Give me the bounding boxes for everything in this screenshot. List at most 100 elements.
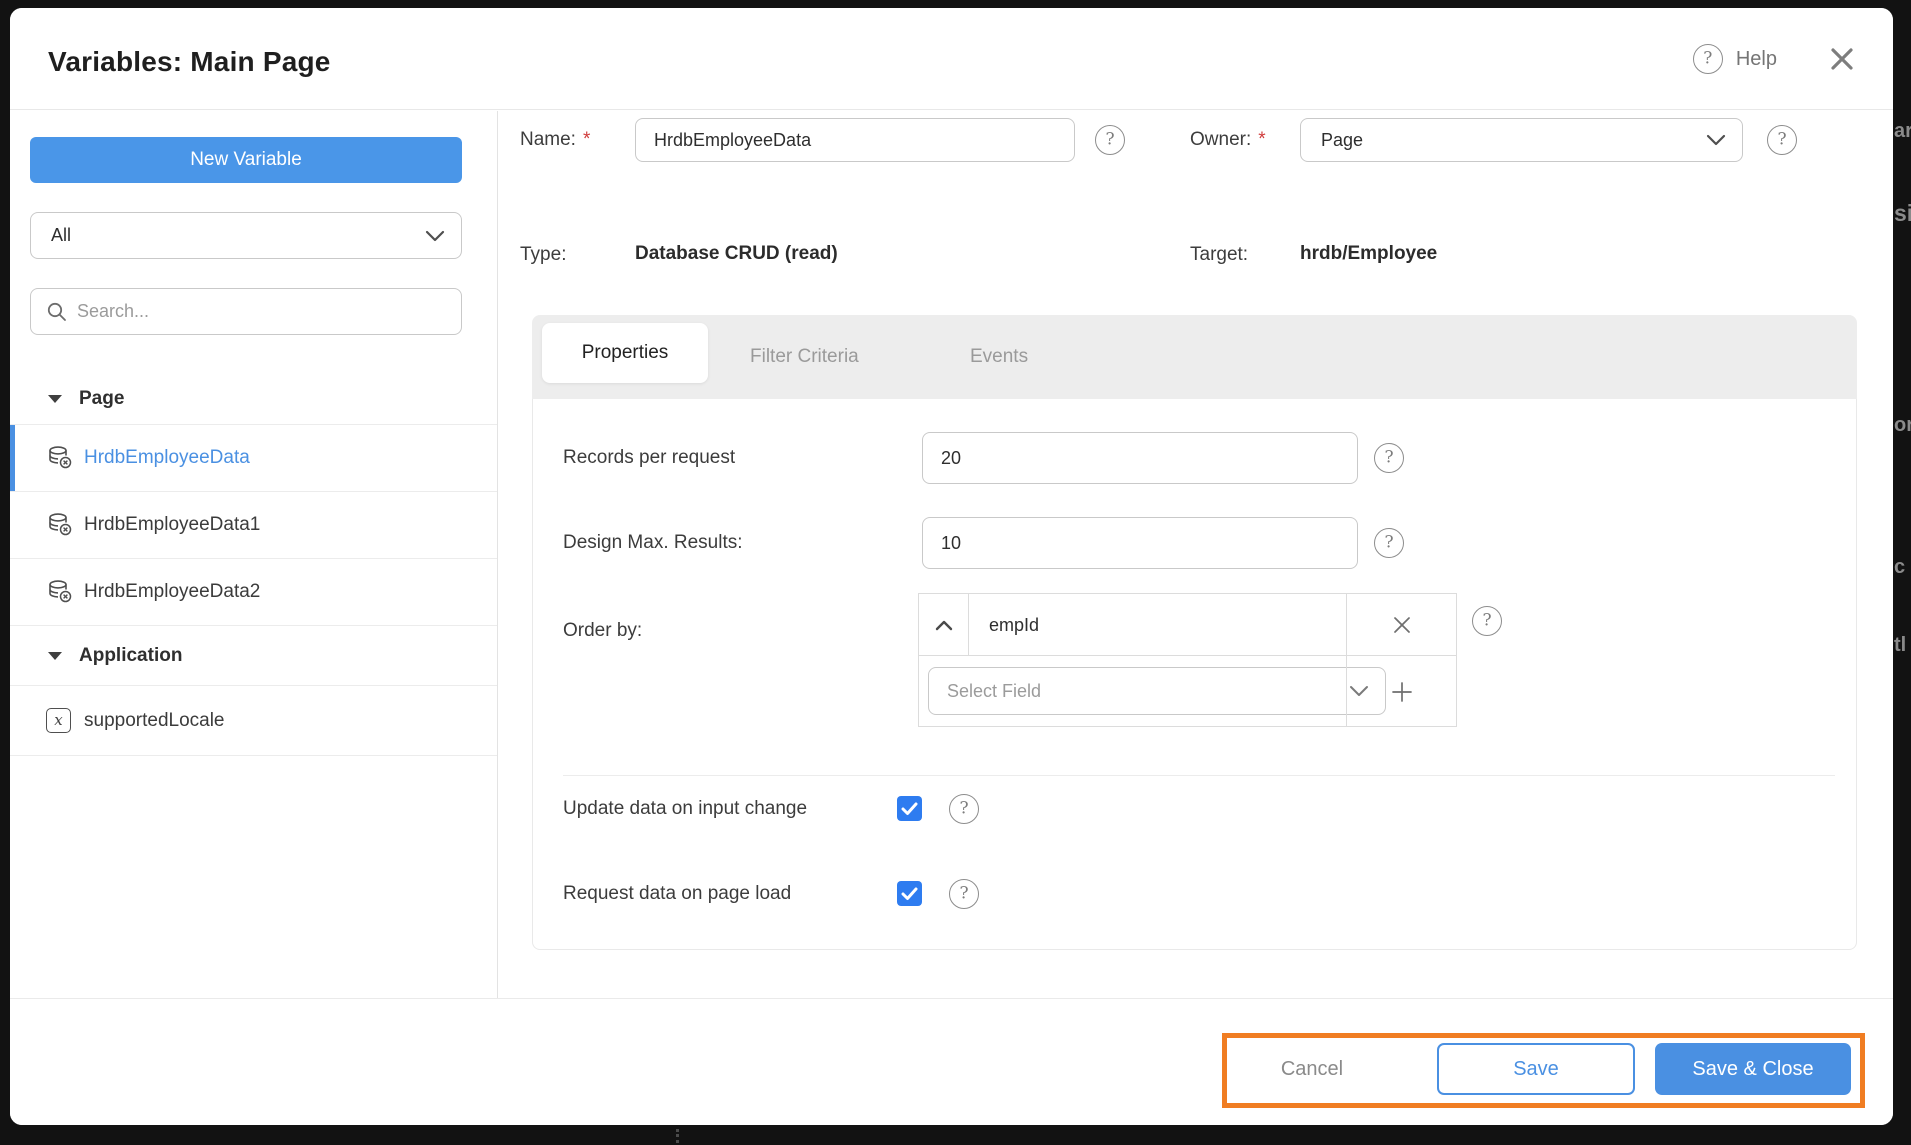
help-question-icon[interactable] (1692, 44, 1723, 74)
owner-value: Page (1321, 130, 1364, 150)
variable-tabs-panel: Properties Filter Criteria Events Record… (532, 315, 1857, 950)
update-on-change-help-icon[interactable] (949, 794, 979, 824)
tab-events[interactable]: Events (970, 315, 1028, 399)
owner-select[interactable]: Page (1300, 118, 1743, 162)
sidebar-section-application[interactable]: Application (10, 626, 497, 686)
dialog-title: Variables: Main Page (48, 46, 331, 77)
save-button[interactable]: Save (1437, 1043, 1635, 1095)
required-asterisk: * (1258, 129, 1266, 150)
search-box (30, 288, 462, 335)
new-variable-button[interactable]: New Variable (30, 137, 462, 183)
design-max-results-label: Design Max. Results: (563, 532, 743, 553)
close-icon[interactable] (1829, 46, 1855, 72)
records-help-icon[interactable] (1374, 443, 1404, 473)
database-icon (46, 444, 76, 472)
sidebar-item-hrdbemployeedata[interactable]: HrdbEmployeeData (10, 425, 497, 492)
owner-label: Owner: (1190, 129, 1252, 150)
header-actions: Help (1692, 44, 1855, 74)
tab-label: Filter Criteria (750, 346, 859, 367)
save-and-close-button[interactable]: Save & Close (1655, 1043, 1851, 1095)
design-max-results-input[interactable] (922, 517, 1358, 569)
background-text-fragment: or (1894, 414, 1911, 436)
request-on-load-help-icon[interactable] (949, 879, 979, 909)
type-row: Type: (520, 244, 566, 266)
database-icon (46, 511, 76, 539)
chevron-down-icon (425, 230, 445, 241)
select-field-dropdown[interactable]: Select Field (928, 667, 1386, 715)
tab-label: Properties (581, 342, 669, 363)
sidebar-item-hrdbemployeedata1[interactable]: HrdbEmployeeData1 (10, 492, 497, 559)
order-by-field: empId (969, 594, 1346, 656)
variable-name-label: HrdbEmployeeData1 (84, 514, 261, 535)
select-field-placeholder: Select Field (947, 681, 1042, 701)
remove-icon (1394, 617, 1410, 633)
request-on-load-checkbox[interactable] (897, 881, 922, 906)
collapse-triangle-icon (48, 651, 62, 660)
order-by-field-value: empId (989, 614, 1040, 635)
name-label: Name: (520, 129, 576, 150)
type-label: Type: (520, 244, 567, 265)
name-input[interactable] (635, 118, 1075, 162)
background-text-fragment: c (1894, 556, 1906, 578)
screen-background: ar sil or c tl Variables: Main Page Help… (0, 0, 1911, 1145)
variables-sidebar: New Variable All Page (10, 111, 498, 998)
checkmark-icon (901, 887, 918, 900)
type-value: Database CRUD (read) (635, 243, 838, 264)
variables-dialog: Variables: Main Page Help New Variable A… (10, 8, 1893, 1125)
background-text-fragment: ar (1894, 120, 1911, 142)
owner-label-row: Owner: * (1190, 118, 1266, 162)
tab-strip: Properties Filter Criteria Events (532, 315, 1857, 399)
max-results-help-icon[interactable] (1374, 528, 1404, 558)
background-text-fragment: sil (1894, 200, 1911, 226)
variable-name-label: supportedLocale (84, 709, 225, 731)
section-label: Page (79, 387, 125, 409)
cancel-button[interactable]: Cancel (1262, 1047, 1362, 1091)
order-by-label: Order by: (563, 620, 643, 641)
type-value-row: Database CRUD (read) (635, 243, 838, 265)
tab-label: Events (970, 346, 1029, 367)
dialog-footer: Cancel Save Save & Close (10, 998, 1893, 1125)
update-on-change-label: Update data on input change (563, 798, 808, 819)
tab-properties[interactable]: Properties (542, 323, 708, 383)
variable-icon (46, 708, 76, 733)
target-row: Target: (1190, 244, 1248, 266)
target-value: hrdb/Employee (1300, 243, 1438, 264)
records-per-request-label: Records per request (563, 447, 736, 468)
required-asterisk: * (582, 129, 591, 150)
records-per-request-input[interactable] (922, 432, 1358, 484)
section-divider (563, 775, 1835, 776)
request-on-load-label: Request data on page load (563, 883, 792, 904)
variable-name-label: HrdbEmployeeData2 (84, 581, 261, 602)
target-label: Target: (1190, 244, 1249, 265)
properties-tab-content: Records per request Design Max. Results:… (532, 399, 1857, 950)
selected-indicator (10, 425, 15, 491)
order-by-grid: empId Select Field (918, 593, 1457, 727)
background-text-fragment: tl (1894, 634, 1907, 656)
variable-filter-select[interactable]: All (30, 212, 462, 259)
target-value-row: hrdb/Employee (1300, 243, 1437, 265)
variable-name-label: HrdbEmployeeData (84, 447, 250, 468)
database-icon (46, 578, 76, 606)
add-order-field-button[interactable] (1346, 656, 1457, 727)
dialog-header: Variables: Main Page Help (10, 8, 1893, 110)
name-help-icon[interactable] (1095, 125, 1125, 155)
background-artifact (676, 1129, 679, 1143)
variable-filter-value: All (51, 225, 72, 245)
remove-order-field-button[interactable] (1346, 594, 1457, 656)
update-on-change-checkbox[interactable] (897, 796, 922, 821)
chevron-down-icon (1706, 134, 1726, 146)
help-link[interactable]: Help (1736, 48, 1777, 71)
add-order-row: Select Field (919, 656, 1456, 727)
collapse-triangle-icon (48, 394, 62, 403)
owner-help-icon[interactable] (1767, 125, 1797, 155)
sidebar-section-page[interactable]: Page (10, 373, 497, 425)
sidebar-item-hrdbemployeedata2[interactable]: HrdbEmployeeData2 (10, 559, 497, 626)
search-icon (47, 302, 66, 321)
search-input[interactable] (77, 290, 455, 333)
sidebar-item-supportedlocale[interactable]: supportedLocale (10, 686, 497, 756)
plus-icon (1392, 681, 1412, 702)
name-label-row: Name: * (520, 118, 590, 162)
tab-filter-criteria[interactable]: Filter Criteria (750, 315, 859, 399)
order-by-help-icon[interactable] (1472, 606, 1502, 636)
sort-direction-toggle[interactable] (919, 594, 969, 656)
